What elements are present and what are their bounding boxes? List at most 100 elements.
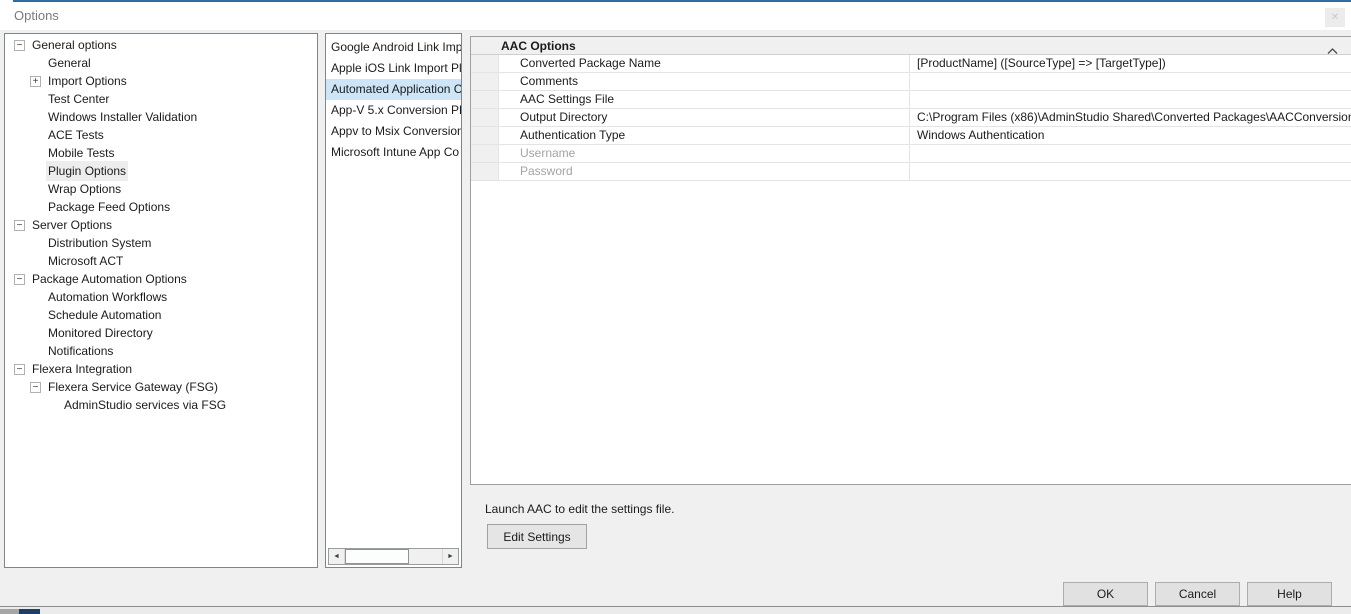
tree-item-wrap-options[interactable]: Wrap Options (5, 180, 317, 198)
row-gutter (471, 91, 499, 108)
tree-item-mobile-tests[interactable]: Mobile Tests (5, 144, 317, 162)
title-bar[interactable]: Options ✕ (0, 2, 1351, 30)
property-name: AAC Settings File (499, 91, 910, 108)
tree-item-label: Microsoft ACT (46, 251, 125, 271)
tree-item-package-automation-options[interactable]: −Package Automation Options (5, 270, 317, 288)
property-row-output-directory[interactable]: Output Directory C:\Program Files (x86)\… (471, 109, 1351, 127)
tree-item-label: Automation Workflows (46, 287, 169, 307)
tree-item-label: Monitored Directory (46, 323, 155, 343)
close-icon[interactable]: ✕ (1325, 8, 1345, 27)
property-value[interactable]: C:\Program Files (x86)\AdminStudio Share… (910, 109, 1351, 126)
tree-item-notifications[interactable]: Notifications (5, 342, 317, 360)
tree-item-label: Test Center (46, 89, 111, 109)
aac-options-header: AAC Options (471, 37, 1351, 55)
scrollbar-thumb[interactable] (345, 549, 409, 564)
tree-item-server-options[interactable]: −Server Options (5, 216, 317, 234)
tree-item-label: ACE Tests (46, 125, 106, 145)
property-row-password: Password (471, 163, 1351, 181)
tree-item-microsoft-act[interactable]: Microsoft ACT (5, 252, 317, 270)
tree-item-flexera-service-gateway[interactable]: −Flexera Service Gateway (FSG) (5, 378, 317, 396)
property-row-converted-package-name[interactable]: Converted Package Name [ProductName] ([S… (471, 55, 1351, 73)
tree-item-label: Distribution System (46, 233, 153, 253)
tree-item-automation-workflows[interactable]: Automation Workflows (5, 288, 317, 306)
plugin-list-item[interactable]: Appv to Msix Conversion (326, 121, 461, 142)
property-name: Converted Package Name (499, 55, 910, 72)
tree-item-general[interactable]: General (5, 54, 317, 72)
cancel-button[interactable]: Cancel (1155, 582, 1240, 606)
row-gutter (471, 109, 499, 126)
row-gutter (471, 73, 499, 90)
property-value[interactable] (910, 91, 1351, 108)
plugin-list-item-selected[interactable]: Automated Application C (326, 79, 461, 100)
dialog-body: −General options General + Import Options… (0, 30, 1351, 607)
background-strip-gray (0, 609, 19, 614)
plugin-list-item[interactable]: App-V 5.x Conversion Plu (326, 100, 461, 121)
property-value[interactable]: [ProductName] ([SourceType] => [TargetTy… (910, 55, 1351, 72)
tree-item-label: Wrap Options (46, 179, 123, 199)
property-value[interactable] (910, 73, 1351, 90)
scroll-left-arrow-icon[interactable]: ◄ (329, 549, 345, 564)
tree-item-plugin-options[interactable]: Plugin Options (5, 162, 317, 180)
expand-box-icon[interactable]: + (30, 76, 41, 87)
row-gutter (471, 127, 499, 144)
collapse-box-icon[interactable]: − (30, 382, 41, 393)
tree-item-flexera-integration[interactable]: −Flexera Integration (5, 360, 317, 378)
tree-item-schedule-automation[interactable]: Schedule Automation (5, 306, 317, 324)
window-title: Options (14, 8, 59, 23)
aac-options-panel: AAC Options Converted Package Name [Prod… (470, 36, 1351, 485)
property-value[interactable]: Windows Authentication (910, 127, 1351, 144)
tree-item-label: Package Feed Options (46, 197, 172, 217)
tree-item-test-center[interactable]: Test Center (5, 90, 317, 108)
collapse-box-icon[interactable]: − (14, 40, 25, 51)
plugin-list-item[interactable]: Microsoft Intune App Co (326, 142, 461, 163)
property-row-username: Username (471, 145, 1351, 163)
collapse-box-icon[interactable]: − (14, 364, 25, 375)
tree-item-label: Mobile Tests (46, 143, 116, 163)
tree-item-label: Notifications (46, 341, 115, 361)
property-name: Comments (499, 73, 910, 90)
property-value (910, 145, 1351, 162)
edit-settings-button[interactable]: Edit Settings (487, 524, 587, 549)
tree-item-import-options[interactable]: + Import Options (5, 72, 317, 90)
row-gutter (471, 55, 499, 72)
tree-item-label: Flexera Integration (30, 359, 134, 379)
tree-item-windows-installer-validation[interactable]: Windows Installer Validation (5, 108, 317, 126)
property-row-aac-settings-file[interactable]: AAC Settings File (471, 91, 1351, 109)
plugin-list: Google Android Link Imp Apple iOS Link I… (325, 33, 462, 568)
collapse-box-icon[interactable]: − (14, 274, 25, 285)
options-dialog: Options ✕ −General options General + Impo… (0, 0, 1351, 614)
row-gutter (471, 145, 499, 162)
collapse-box-icon[interactable]: − (14, 220, 25, 231)
tree-item-label: Server Options (30, 215, 114, 235)
property-row-comments[interactable]: Comments (471, 73, 1351, 91)
scroll-right-arrow-icon[interactable]: ► (442, 549, 458, 564)
tree-item-label: General (46, 53, 93, 73)
tree-item-distribution-system[interactable]: Distribution System (5, 234, 317, 252)
property-name-disabled: Password (499, 163, 910, 180)
tree-item-label-selected: Plugin Options (46, 161, 128, 181)
ok-button[interactable]: OK (1063, 582, 1148, 606)
tree-item-package-feed-options[interactable]: Package Feed Options (5, 198, 317, 216)
tree-item-label: AdminStudio services via FSG (62, 395, 228, 415)
background-strip-navy (19, 609, 40, 614)
background-window-bottom-strip (0, 607, 1351, 614)
tree-item-adminstudio-services-via-fsg[interactable]: AdminStudio services via FSG (5, 396, 317, 414)
property-value (910, 163, 1351, 180)
tree-item-label: Flexera Service Gateway (FSG) (46, 377, 220, 397)
aac-options-header-label: AAC Options (501, 39, 576, 53)
tree-item-ace-tests[interactable]: ACE Tests (5, 126, 317, 144)
plugin-list-item[interactable]: Google Android Link Imp (326, 37, 461, 58)
plugin-list-item[interactable]: Apple iOS Link Import Plu (326, 58, 461, 79)
launch-aac-hint-text: Launch AAC to edit the settings file. (485, 502, 674, 516)
horizontal-scrollbar[interactable]: ◄ ► (328, 548, 459, 565)
tree-item-label: Import Options (46, 71, 129, 91)
tree-item-general-options[interactable]: −General options (5, 36, 317, 54)
property-name: Output Directory (499, 109, 910, 126)
collapse-chevron-icon[interactable] (1327, 42, 1338, 60)
help-button[interactable]: Help (1247, 582, 1332, 606)
tree-item-monitored-directory[interactable]: Monitored Directory (5, 324, 317, 342)
tree-item-label: Windows Installer Validation (46, 107, 199, 127)
row-gutter (471, 163, 499, 180)
property-row-authentication-type[interactable]: Authentication Type Windows Authenticati… (471, 127, 1351, 145)
property-name-disabled: Username (499, 145, 910, 162)
